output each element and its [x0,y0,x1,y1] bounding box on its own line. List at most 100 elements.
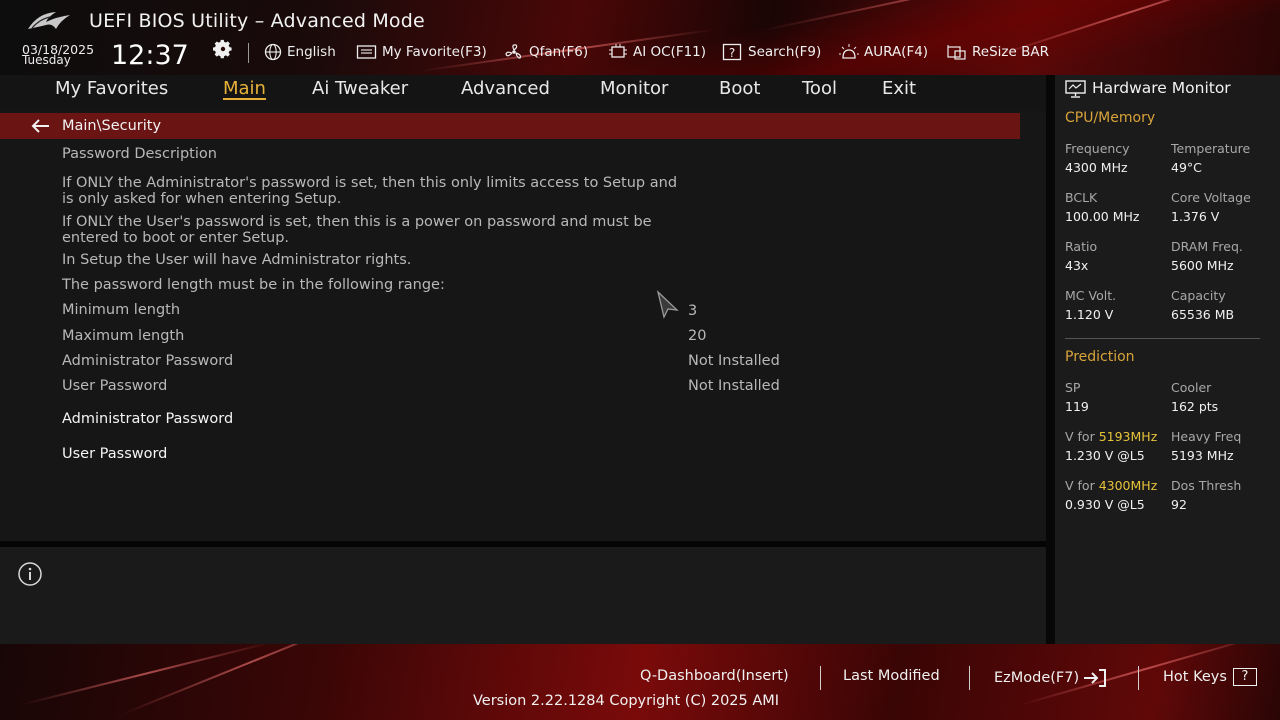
description-admin-line-1: If ONLY the Administrator's password is … [62,175,678,191]
hot-keys-icon: ? [1232,668,1257,686]
v-for-1-label: V for 5193MHz [1065,429,1157,444]
footer-separator [969,666,970,690]
core-voltage-label: Core Voltage [1171,190,1251,205]
cooler-label: Cooler [1171,380,1212,395]
dram-freq-value: 5600 MHz [1171,258,1234,273]
sp-value: 119 [1065,399,1089,414]
ezmode-button[interactable]: EzMode(F7) [994,668,1108,688]
exit-to-ezmode-icon [1084,669,1107,687]
tab-main[interactable]: Main [223,78,266,99]
ai-chip-icon [609,44,627,58]
description-user-line-1: If ONLY the User's password is set, then… [62,214,652,230]
sp-label: SP [1065,380,1081,395]
monitor-icon [1065,80,1086,98]
fan-icon [505,44,522,59]
admin-password-status-value: Not Installed [688,353,780,369]
v-for-1-freq: 5193MHz [1098,429,1158,444]
tab-my-favorites[interactable]: My Favorites [55,78,168,99]
banner-streak [759,0,1172,32]
dos-thresh-value: 92 [1171,497,1187,512]
info-icon [18,562,42,586]
v-for-1-value: 1.230 V @L5 [1065,448,1145,463]
mc-volt-value: 1.120 V [1065,307,1114,322]
language-button[interactable]: English [263,43,336,61]
ratio-value: 43x [1065,258,1089,273]
max-length-value: 20 [688,328,707,344]
q-dashboard-button[interactable]: Q-Dashboard(Insert) [640,668,789,684]
banner-streak [119,644,380,716]
rog-logo-icon [28,12,70,29]
aura-label: AURA(F4) [864,44,929,60]
help-panel [0,547,1046,644]
version-text: Version 2.22.1284 Copyright (C) 2025 AMI [473,693,780,709]
max-length-label: Maximum length [62,328,185,344]
frequency-label: Frequency [1065,141,1130,156]
resize-bar-button[interactable]: ReSize BAR [946,43,1049,61]
search-button[interactable]: ? Search(F9) [722,43,821,61]
bclk-value: 100.00 MHz [1065,209,1140,224]
temperature-label: Temperature [1171,141,1251,156]
user-password-status-label: User Password [62,378,168,394]
mc-volt-label: MC Volt. [1065,288,1117,303]
description-rights: In Setup the User will have Administrato… [62,252,412,268]
password-description-title: Password Description [62,146,217,162]
min-length-value: 3 [688,303,698,319]
my-favorite-button[interactable]: My Favorite(F3) [356,43,487,61]
back-arrow-icon[interactable] [30,117,52,135]
admin-password-status-label: Administrator Password [62,353,234,369]
dos-thresh-label: Dos Thresh [1171,478,1242,493]
min-length-label: Minimum length [62,302,181,318]
heavy-freq-value: 5193 MHz [1171,448,1234,463]
description-user: If ONLY the User's password is set, then… [62,214,652,246]
tab-monitor[interactable]: Monitor [600,78,668,99]
qfan-label: Qfan(F6) [529,44,589,60]
footer-separator [820,666,821,690]
ezmode-label: EzMode(F7) [994,670,1080,686]
globe-icon [264,43,282,61]
q-dashboard-label: Q-Dashboard(Insert) [640,668,789,684]
tab-boot[interactable]: Boot [719,78,760,99]
user-password-status-value: Not Installed [688,378,780,394]
svg-text:?: ? [729,46,735,60]
user-password-item[interactable]: User Password [62,446,167,462]
search-help-icon: ? [722,43,742,61]
my-favorite-label: My Favorite(F3) [382,44,487,60]
search-label: Search(F9) [748,44,822,60]
core-voltage-value: 1.376 V [1171,209,1220,224]
clock[interactable]: 12:37 [111,40,189,71]
ratio-label: Ratio [1065,239,1098,254]
v-for-1-prefix: V for [1065,429,1095,444]
tab-tool[interactable]: Tool [802,78,837,99]
aura-light-icon [839,44,859,59]
app-title: UEFI BIOS Utility – Advanced Mode [89,10,425,32]
tab-exit[interactable]: Exit [882,78,916,99]
banner-streak [19,644,273,706]
qfan-button[interactable]: Qfan(F6) [503,43,588,61]
hot-keys-button[interactable]: Hot Keys ? [1163,668,1257,686]
description-length-range: The password length must be in the follo… [62,277,445,293]
description-admin: If ONLY the Administrator's password is … [62,175,677,207]
tab-ai-tweaker[interactable]: Ai Tweaker [312,78,408,99]
v-for-2-prefix: V for [1065,478,1095,493]
toolbar-separator [248,43,249,63]
temperature-value: 49°C [1171,160,1202,175]
resize-bar-icon [947,45,966,60]
last-modified-button[interactable]: Last Modified [843,668,940,684]
last-modified-label: Last Modified [843,668,940,684]
aura-button[interactable]: AURA(F4) [838,43,928,61]
description-admin-line-2: is only asked for when entering Setup. [62,191,342,207]
language-label: English [287,44,336,60]
heavy-freq-label: Heavy Freq [1171,429,1242,444]
frequency-value: 4300 MHz [1065,160,1128,175]
section-divider [1065,338,1260,339]
favorite-list-icon [356,45,377,59]
ai-oc-button[interactable]: AI OC(F11) [607,43,706,61]
tab-advanced[interactable]: Advanced [461,78,550,99]
breadcrumb-path: Main\Security [62,118,162,134]
right-panel-separator [1046,75,1055,644]
gear-icon[interactable] [212,38,234,60]
administrator-password-item[interactable]: Administrator Password [62,411,233,427]
prediction-heading: Prediction [1065,349,1135,365]
cpu-memory-heading: CPU/Memory [1065,110,1156,126]
dram-freq-label: DRAM Freq. [1171,239,1243,254]
